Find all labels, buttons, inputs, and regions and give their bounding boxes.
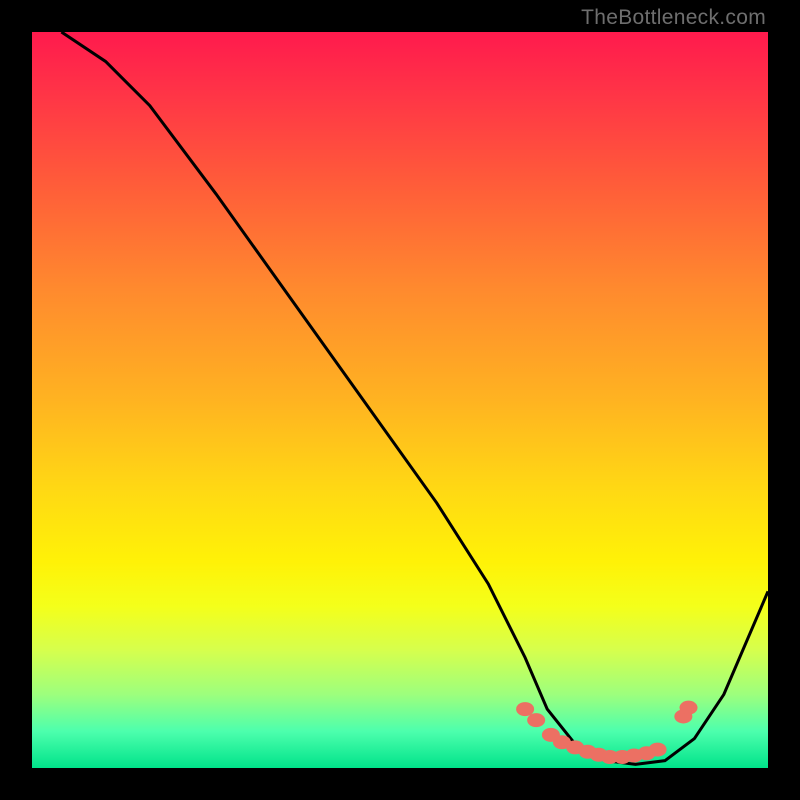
plot-area (32, 32, 768, 768)
valley-dot (527, 713, 545, 727)
valley-dot (516, 702, 534, 716)
valley-dot (680, 701, 698, 715)
watermark-text: TheBottleneck.com (581, 6, 766, 30)
main-curve-line (61, 32, 768, 764)
plot-svg (32, 32, 768, 768)
chart-frame: TheBottleneck.com (0, 0, 800, 800)
valley-dot-cluster (516, 701, 697, 764)
valley-dot (649, 743, 667, 757)
